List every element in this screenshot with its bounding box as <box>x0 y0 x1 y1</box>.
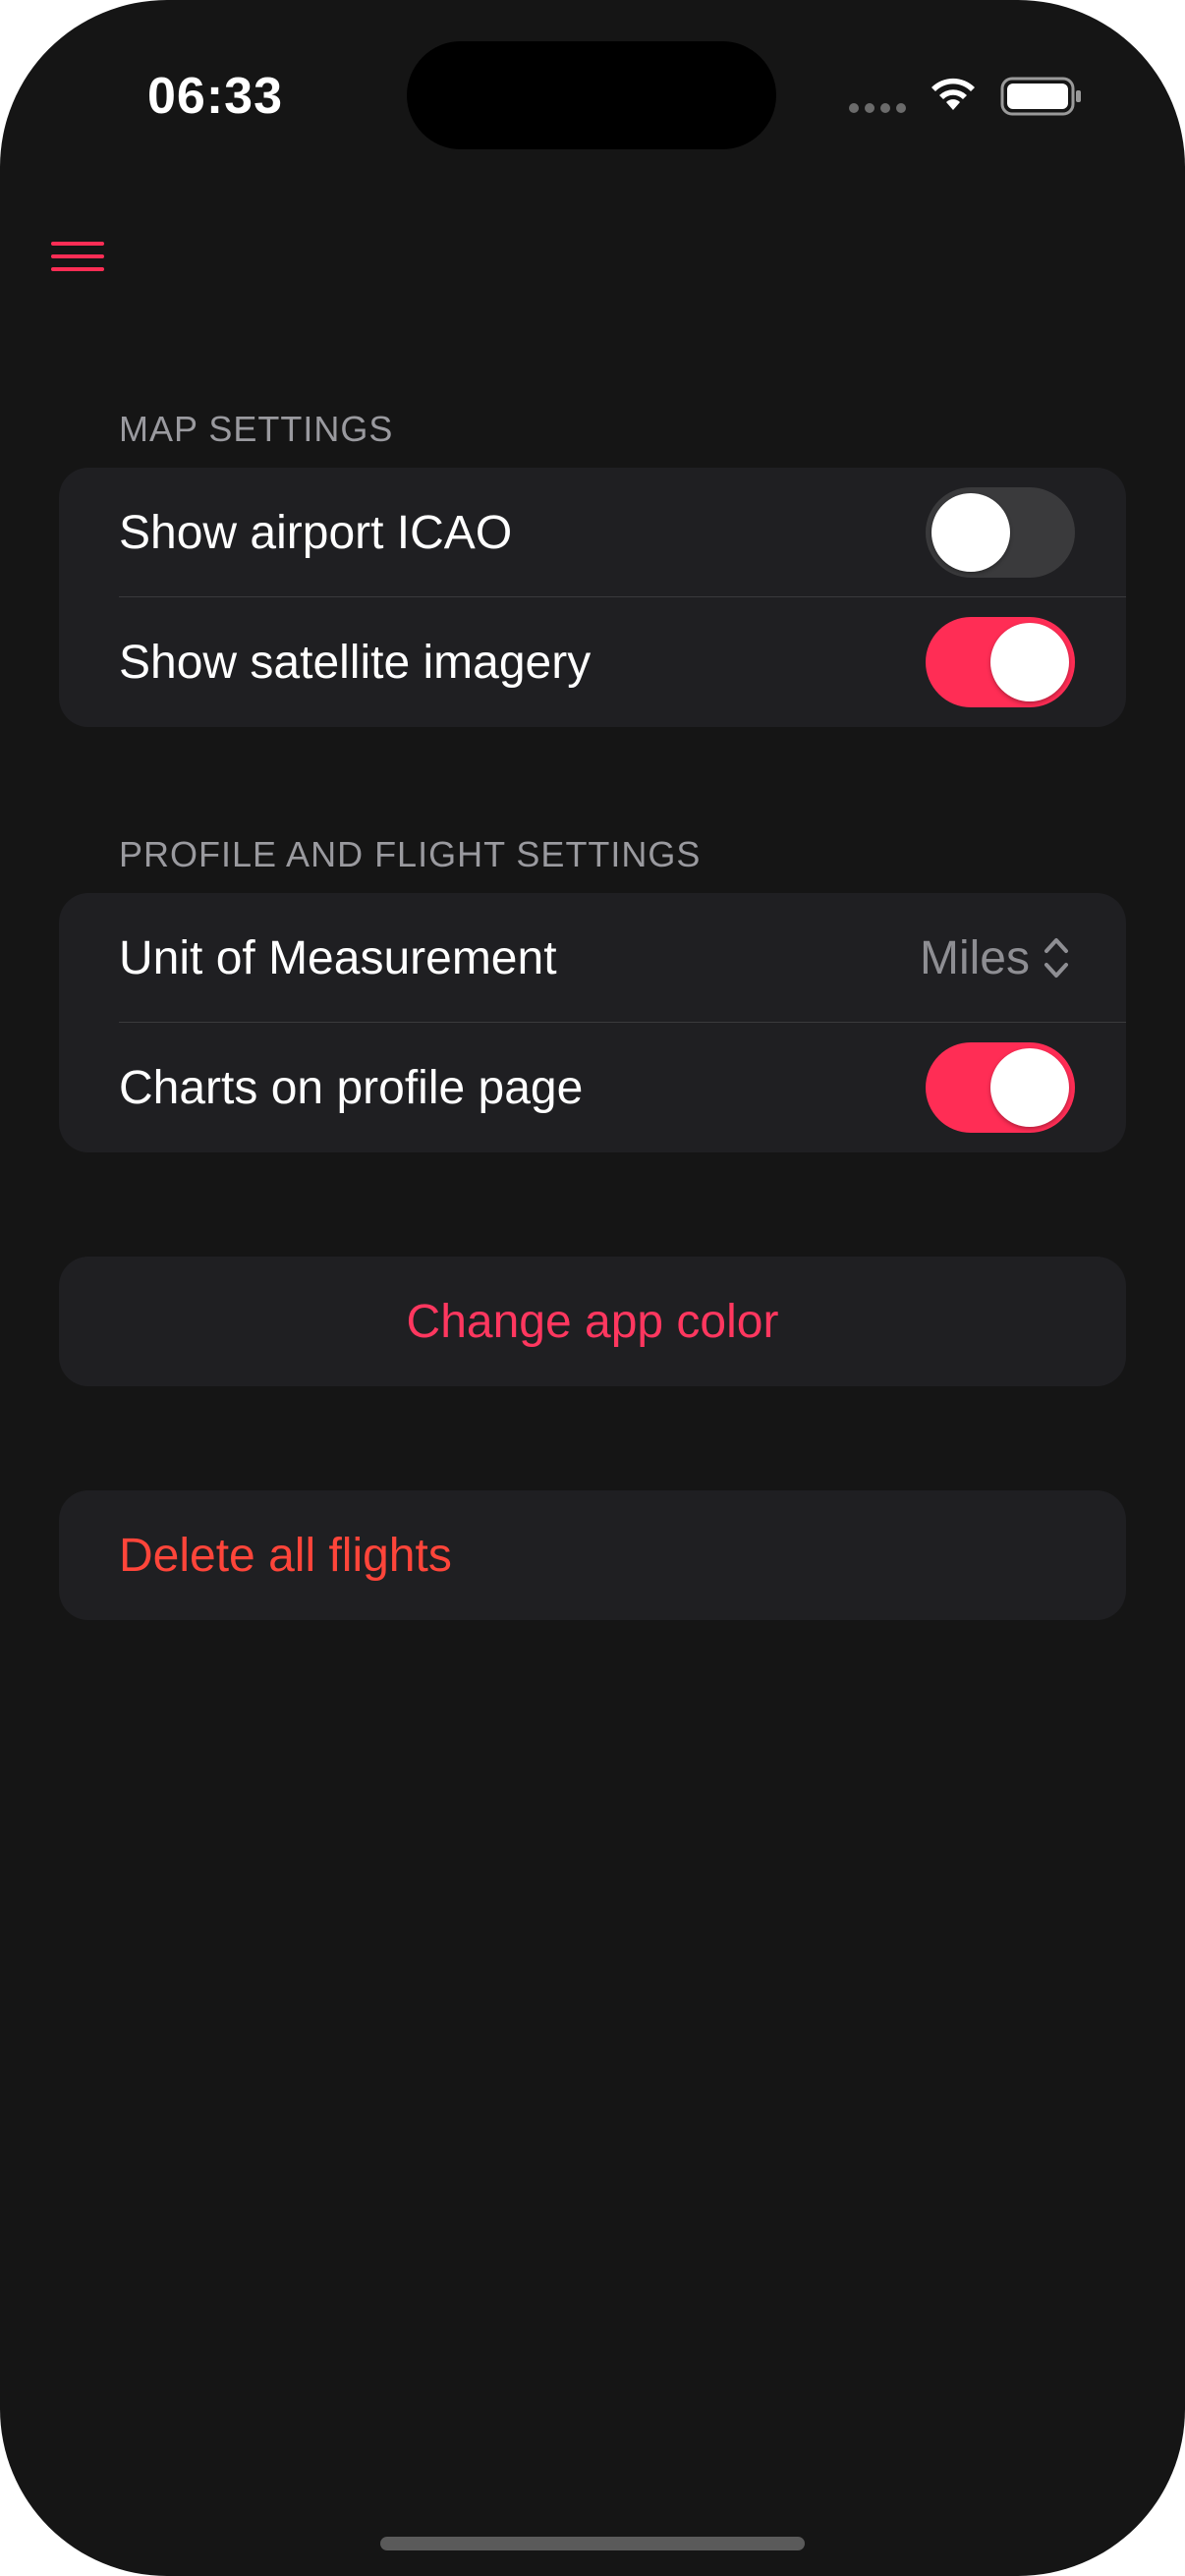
change-color-group: Change app color <box>59 1257 1126 1386</box>
chevron-up-down-icon <box>1044 938 1068 978</box>
charts-label: Charts on profile page <box>119 1061 584 1114</box>
charts-toggle[interactable] <box>926 1042 1075 1133</box>
change-app-color-label: Change app color <box>406 1295 779 1348</box>
status-time: 06:33 <box>147 68 283 125</box>
unit-label: Unit of Measurement <box>119 931 557 984</box>
delete-all-flights-label: Delete all flights <box>119 1529 452 1582</box>
airport-icao-toggle[interactable] <box>926 487 1075 578</box>
settings-row-unit: Unit of Measurement Miles <box>59 893 1126 1023</box>
toggle-knob <box>990 1048 1069 1127</box>
home-indicator[interactable] <box>380 2537 805 2550</box>
cellular-signal-icon <box>849 103 908 115</box>
hamburger-menu-icon[interactable] <box>51 240 104 273</box>
delete-all-flights-button[interactable]: Delete all flights <box>59 1490 1126 1620</box>
satellite-imagery-label: Show satellite imagery <box>119 636 592 689</box>
change-app-color-button[interactable]: Change app color <box>59 1257 1126 1386</box>
toggle-knob <box>990 623 1069 701</box>
settings-row-airport-icao: Show airport ICAO <box>59 468 1126 597</box>
settings-row-satellite-imagery: Show satellite imagery <box>59 597 1126 727</box>
profile-settings-header: PROFILE AND FLIGHT SETTINGS <box>119 834 702 874</box>
battery-icon <box>1000 77 1081 116</box>
airport-icao-label: Show airport ICAO <box>119 506 513 559</box>
profile-settings-group: Unit of Measurement Miles Charts on prof… <box>59 893 1126 1152</box>
toggle-knob <box>931 493 1010 572</box>
map-settings-header: MAP SETTINGS <box>119 409 394 449</box>
unit-picker[interactable]: Miles <box>920 893 1069 1023</box>
map-settings-group: Show airport ICAO Show satellite imagery <box>59 468 1126 727</box>
dynamic-island <box>407 41 776 149</box>
satellite-imagery-toggle[interactable] <box>926 617 1075 707</box>
settings-row-charts: Charts on profile page <box>59 1023 1126 1152</box>
unit-value: Miles <box>919 931 1030 984</box>
phone-screen: 06:33 MAP SETTINGS Show airport ICAO Sho… <box>0 0 1185 2576</box>
delete-group: Delete all flights <box>59 1490 1126 1620</box>
wifi-icon <box>931 78 975 110</box>
